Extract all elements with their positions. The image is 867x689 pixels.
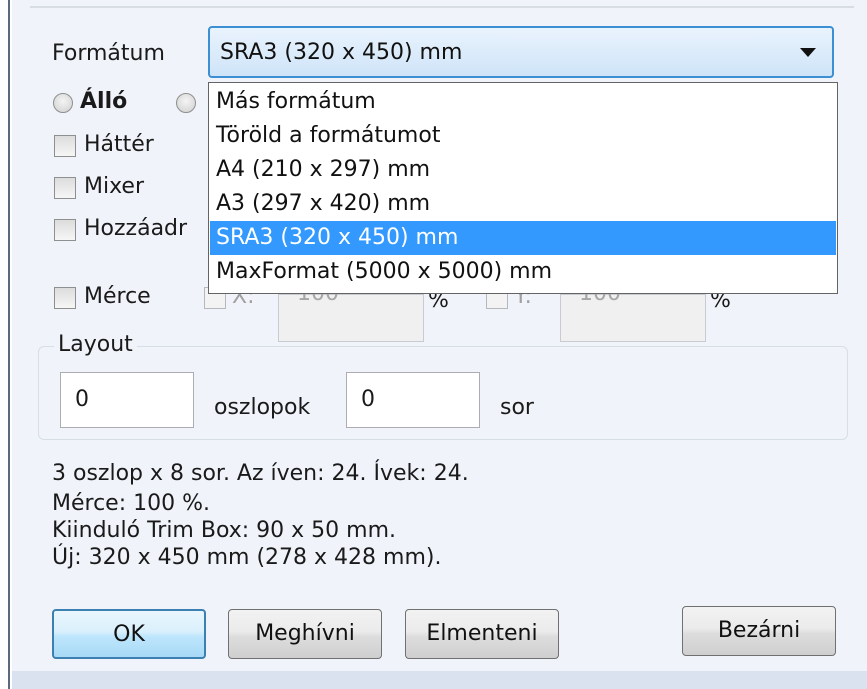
ok-button[interactable]: OK (52, 609, 206, 659)
invite-button[interactable]: Meghívni (228, 609, 382, 659)
add-label: Hozzáadr (84, 216, 188, 241)
rows-value: 0 (361, 387, 375, 412)
info-scale: Mérce: 100 %. (52, 491, 210, 516)
portrait-radio[interactable] (53, 93, 73, 113)
format-combobox[interactable]: SRA3 (320 x 450) mm (208, 26, 834, 78)
format-option-a4[interactable]: A4 (210 x 297) mm (210, 153, 836, 187)
mixer-label: Mixer (84, 174, 145, 199)
scale-y-input[interactable]: 100 (560, 281, 706, 342)
rows-label: sor (500, 395, 534, 420)
format-option-clear[interactable]: Töröld a formátumot (210, 119, 836, 153)
bottom-strip (12, 671, 867, 689)
rows-input[interactable]: 0 (346, 372, 480, 428)
layout-group-title: Layout (54, 332, 137, 358)
window-left-edge (0, 0, 12, 689)
info-new-size: Új: 320 x 450 mm (278 x 428 mm). (52, 545, 442, 570)
format-option-other[interactable]: Más formátum (210, 85, 836, 119)
scale-checkbox[interactable] (54, 287, 76, 309)
info-layout-summary: 3 oszlop x 8 sor. Az íven: 24. Ívek: 24. (52, 461, 469, 486)
background-checkbox[interactable] (54, 135, 76, 157)
chevron-down-icon[interactable] (800, 48, 816, 57)
window-border (8, 0, 10, 689)
landscape-radio[interactable] (176, 93, 196, 113)
scale-x-input[interactable]: 100 (278, 281, 424, 342)
format-option-a3[interactable]: A3 (297 x 420) mm (210, 187, 836, 221)
format-label: Formátum (52, 41, 165, 66)
save-button[interactable]: Elmenteni (405, 609, 559, 659)
scale-label: Mérce (84, 284, 151, 309)
mixer-checkbox[interactable] (54, 177, 76, 199)
columns-value: 0 (75, 387, 89, 412)
columns-label: oszlopok (214, 395, 311, 420)
format-option-maxformat[interactable]: MaxFormat (5000 x 5000) mm (210, 255, 836, 289)
portrait-label: Álló (80, 89, 128, 114)
format-selected-value: SRA3 (320 x 450) mm (220, 40, 463, 65)
top-separator (30, 6, 854, 8)
add-checkbox[interactable] (54, 219, 76, 241)
format-dropdown-list: Más formátum Töröld a formátumot A4 (210… (208, 82, 838, 294)
close-button[interactable]: Bezárni (682, 606, 836, 656)
background-label: Háttér (84, 132, 154, 157)
format-option-sra3[interactable]: SRA3 (320 x 450) mm (210, 221, 836, 255)
info-trim-box: Kiinduló Trim Box: 90 x 50 mm. (52, 518, 396, 543)
dialog-window: Formátum SRA3 (320 x 450) mm Álló Háttér… (0, 0, 867, 689)
columns-input[interactable]: 0 (60, 372, 194, 428)
